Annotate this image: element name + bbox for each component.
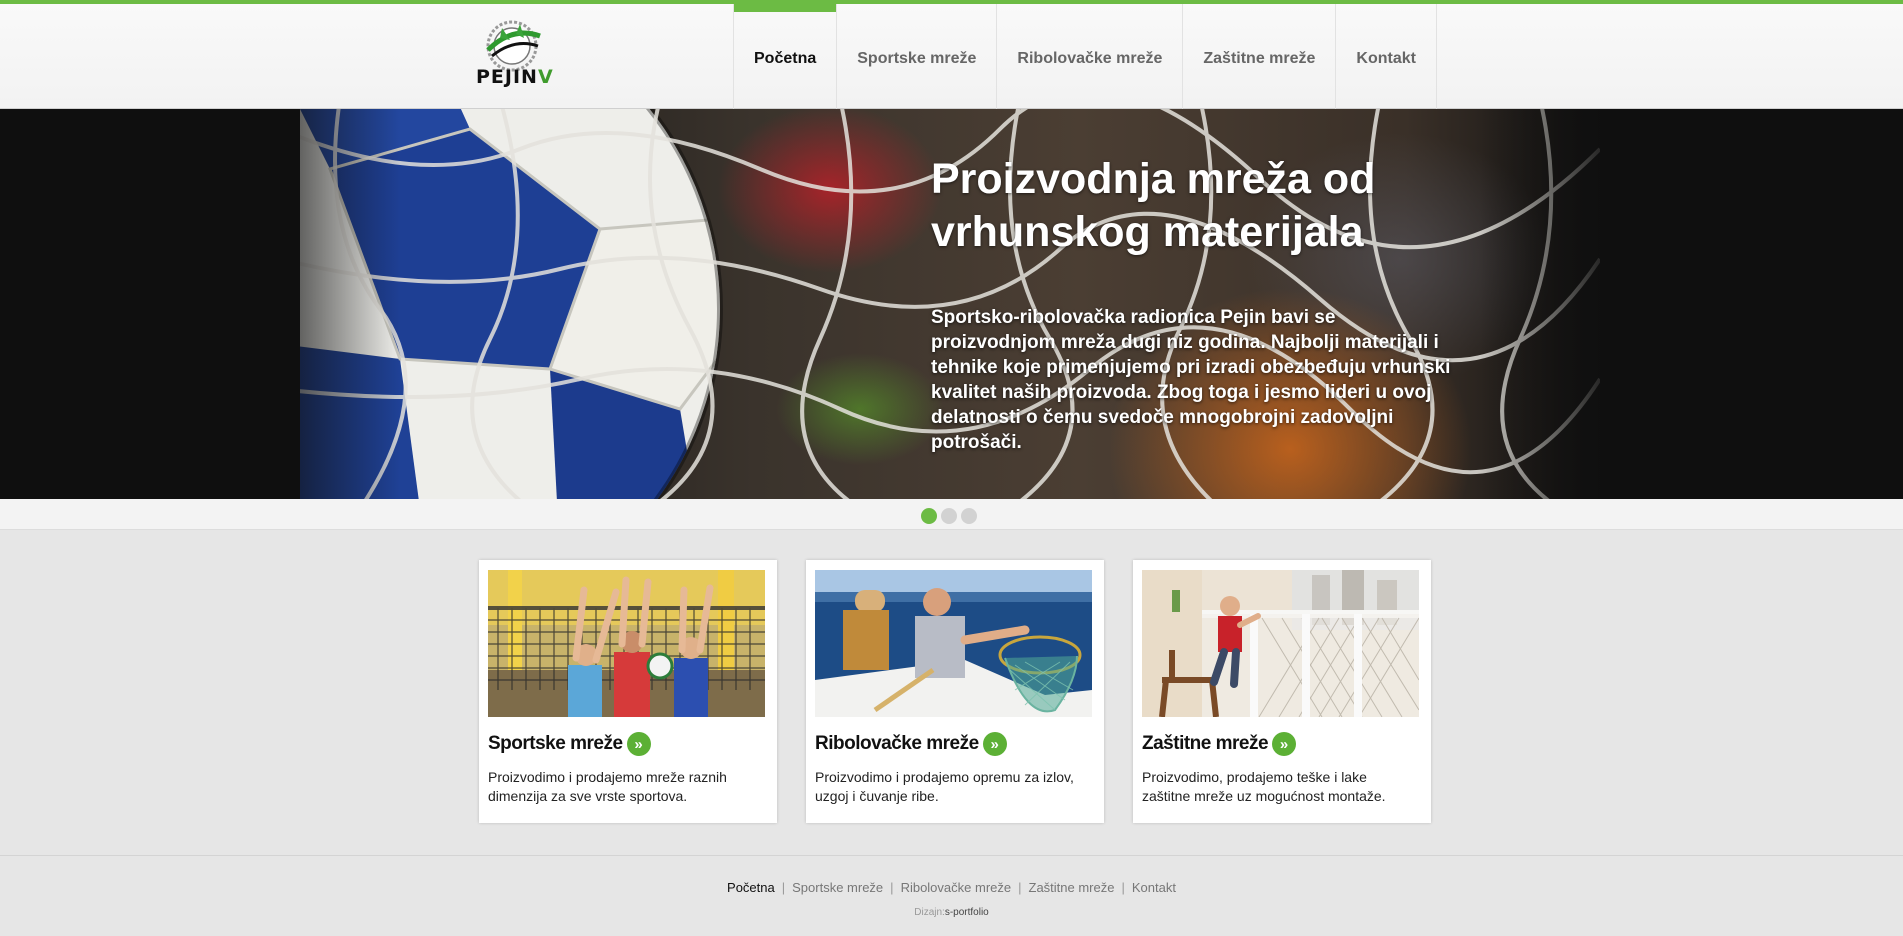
logo-emblem-icon	[486, 20, 541, 72]
footer-separator: |	[1018, 880, 1022, 895]
footer-link-kontakt[interactable]: Kontakt	[1132, 880, 1176, 895]
site-header: PEJINV Početna Sportske mreže Ribolovačk…	[0, 0, 1903, 109]
card-title[interactable]: Ribolovačke mreže»	[815, 732, 1007, 756]
footer-separator: |	[890, 880, 894, 895]
slider-dot-1[interactable]	[921, 508, 937, 524]
hero-title: Proizvodnja mreža od vrhunskog materijal…	[931, 155, 1376, 256]
footer-link-ribolovacke-mreze[interactable]: Ribolovačke mreže	[901, 880, 1012, 895]
card-zastitne-mreze[interactable]: Zaštitne mreže» Proizvodimo, prodajemo t…	[1133, 560, 1431, 823]
main-nav: Početna Sportske mreže Ribolovačke mreže…	[733, 0, 1437, 109]
card-description: Proizvodimo i prodajemo opremu za izlov,…	[815, 769, 1074, 804]
slider-dot-3[interactable]	[961, 508, 977, 524]
card-ribolovacke-mreze[interactable]: Ribolovačke mreže» Proizvodimo i prodaje…	[806, 560, 1104, 823]
footer-separator: |	[781, 880, 786, 895]
chevron-double-right-icon[interactable]: »	[982, 732, 1007, 756]
hero-description: Sportsko-ribolovačka radionica Pejin bav…	[931, 307, 1451, 453]
hero-fade-left	[240, 109, 400, 499]
nav-item-zastitne-mreze[interactable]: Zaštitne mreže	[1182, 4, 1335, 109]
card-image-balcony-safety[interactable]	[1142, 570, 1419, 717]
card-title[interactable]: Zaštitne mreže»	[1142, 732, 1297, 756]
card-sportske-mreze[interactable]: Sportske mreže» Proizvodimo i prodajemo …	[479, 560, 777, 823]
footer-nav: Početna | Sportske mreže | Ribolovačke mreže…	[0, 880, 1903, 895]
footer-divider	[0, 855, 1903, 856]
hero-fade-right	[1480, 109, 1620, 499]
credit-link[interactable]: s-portfolio	[945, 907, 989, 918]
slider-dots	[921, 508, 977, 524]
nav-item-kontakt[interactable]: Kontakt	[1335, 4, 1437, 109]
footer-link-sportske-mreze[interactable]: Sportske mreže	[792, 880, 883, 895]
card-image-fishing[interactable]	[815, 570, 1092, 717]
chevron-double-right-icon[interactable]: »	[1272, 732, 1297, 756]
card-description: Proizvodimo, prodajemo teške i lake zašt…	[1142, 769, 1386, 804]
nav-item-ribolovacke-mreze[interactable]: Ribolovačke mreže	[996, 4, 1182, 109]
credit-label: Dizajn:	[914, 907, 945, 918]
design-credit: Dizajn:s-portfolio	[0, 907, 1903, 918]
nav-item-sportske-mreze[interactable]: Sportske mreže	[836, 4, 996, 109]
footer-link-pocetna[interactable]: Početna	[727, 880, 775, 895]
slider-pagination-strip	[0, 499, 1903, 530]
hero-slider: Proizvodnja mreža od vrhunskog materijal…	[0, 109, 1903, 499]
footer-separator: |	[1121, 880, 1125, 895]
card-description: Proizvodimo i prodajemo mreže raznih dim…	[488, 769, 727, 804]
card-image-volleyball[interactable]	[488, 570, 765, 717]
slider-dot-2[interactable]	[941, 508, 957, 524]
site-logo[interactable]: PEJINV	[470, 16, 554, 96]
chevron-double-right-icon[interactable]: »	[626, 732, 651, 756]
footer-link-zastitne-mreze[interactable]: Zaštitne mreže	[1029, 880, 1115, 895]
logo-text: PEJINV	[476, 66, 554, 88]
nav-item-pocetna[interactable]: Početna	[733, 0, 837, 109]
card-title[interactable]: Sportske mreže»	[488, 732, 651, 756]
